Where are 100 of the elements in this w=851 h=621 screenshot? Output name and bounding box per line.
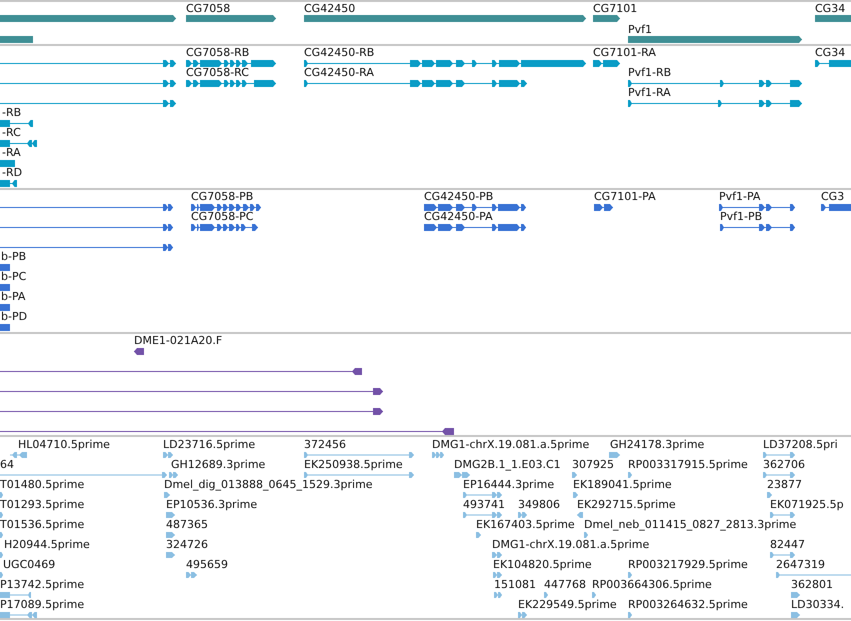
- est-label: P17089.5prime: [0, 599, 84, 611]
- transcript-glyph[interactable]: [0, 60, 176, 66]
- est-alignment[interactable]: [573, 492, 578, 498]
- est-alignment[interactable]: [572, 472, 577, 478]
- protein-glyph[interactable]: [424, 204, 526, 210]
- est-alignment[interactable]: [304, 452, 414, 458]
- protein-glyph[interactable]: [191, 204, 261, 210]
- est-label: 495659: [186, 559, 228, 571]
- protein-glyph[interactable]: [0, 264, 10, 270]
- est-alignment[interactable]: [164, 492, 170, 498]
- transcript-label: CG42450-RB: [304, 47, 374, 59]
- transcript-glyph[interactable]: [0, 120, 33, 126]
- est-alignment[interactable]: [476, 532, 481, 538]
- protein-glyph[interactable]: [0, 324, 10, 330]
- est-label: Dmel_neb_011415_0827_2813.3prime: [584, 519, 796, 531]
- est-alignment[interactable]: [776, 572, 851, 578]
- transcript-glyph[interactable]: [593, 60, 620, 66]
- est-alignment[interactable]: [767, 492, 772, 498]
- est-label: H20944.5prime: [4, 539, 90, 551]
- transcript-glyph[interactable]: [186, 80, 276, 86]
- est-label: UGC0469: [3, 559, 56, 571]
- protein-glyph[interactable]: [0, 284, 10, 290]
- est-label: 307925: [572, 459, 614, 471]
- clone-alignment[interactable]: [0, 368, 362, 374]
- protein-glyph[interactable]: [594, 204, 613, 210]
- transcript-glyph[interactable]: [0, 140, 37, 146]
- est-alignment[interactable]: [186, 572, 197, 578]
- est-alignment[interactable]: [770, 512, 795, 518]
- est-alignment[interactable]: [628, 572, 632, 578]
- est-label: 362706: [763, 459, 805, 471]
- protein-glyph[interactable]: [719, 204, 795, 210]
- est-alignment[interactable]: [0, 572, 3, 578]
- est-alignment[interactable]: [463, 512, 502, 518]
- transcript-glyph[interactable]: [304, 60, 586, 66]
- est-alignment[interactable]: [763, 452, 795, 458]
- protein-glyph[interactable]: [720, 224, 795, 230]
- est-alignment[interactable]: [163, 452, 173, 458]
- est-alignment[interactable]: [577, 512, 583, 518]
- est-alignment[interactable]: [628, 612, 632, 618]
- est-alignment[interactable]: [763, 472, 795, 478]
- est-alignment[interactable]: [770, 552, 795, 558]
- est-alignment[interactable]: [0, 592, 31, 598]
- est-alignment[interactable]: [518, 612, 527, 618]
- est-alignment[interactable]: [0, 552, 3, 558]
- est-label: RP003264632.5prime: [628, 599, 748, 611]
- est-alignment[interactable]: [584, 532, 588, 538]
- est-alignment[interactable]: [791, 592, 800, 598]
- transcript-glyph[interactable]: [628, 100, 802, 106]
- transcript-glyph[interactable]: [0, 100, 176, 106]
- est-alignment[interactable]: [544, 592, 548, 598]
- transcript-glyph[interactable]: [186, 60, 276, 66]
- clone-alignment[interactable]: [0, 408, 383, 414]
- est-alignment[interactable]: [0, 612, 37, 618]
- est-alignment[interactable]: [454, 472, 470, 478]
- est-label: EP16444.3prime: [463, 479, 554, 491]
- est-alignment[interactable]: [0, 472, 167, 478]
- est-alignment[interactable]: [0, 512, 3, 518]
- est-alignment[interactable]: [166, 512, 175, 518]
- est-alignment[interactable]: [493, 572, 502, 578]
- protein-glyph[interactable]: [0, 304, 10, 310]
- transcript-glyph[interactable]: [628, 80, 802, 86]
- est-alignment[interactable]: [592, 592, 596, 598]
- clone-label: DME1-021A20.F: [134, 335, 222, 347]
- est-alignment[interactable]: [432, 452, 444, 458]
- protein-label: b-PD: [1, 311, 28, 323]
- protein-glyph[interactable]: [821, 204, 851, 210]
- est-alignment[interactable]: [518, 512, 527, 518]
- protein-glyph[interactable]: [424, 224, 526, 230]
- protein-label: b-PC: [1, 271, 26, 283]
- est-alignment[interactable]: [0, 492, 3, 498]
- gene-label: CG42450: [304, 2, 356, 14]
- protein-glyph[interactable]: [0, 224, 173, 230]
- est-alignment[interactable]: [166, 532, 175, 538]
- transcript-glyph[interactable]: [0, 180, 17, 186]
- transcript-label: CG42450-RA: [304, 67, 374, 79]
- est-alignment[interactable]: [166, 552, 175, 558]
- transcript-glyph[interactable]: [0, 160, 15, 166]
- est-alignment[interactable]: [169, 472, 178, 478]
- transcript-glyph[interactable]: [0, 80, 176, 86]
- clone-alignment[interactable]: [0, 428, 454, 434]
- est-label: 324726: [166, 539, 208, 551]
- protein-glyph[interactable]: [0, 244, 173, 250]
- gene-bar[interactable]: [593, 15, 620, 22]
- protein-glyph[interactable]: [0, 204, 173, 210]
- transcript-glyph[interactable]: [304, 80, 527, 86]
- est-alignment[interactable]: [494, 592, 502, 598]
- est-alignment[interactable]: [609, 452, 620, 458]
- est-label: 64: [0, 459, 14, 471]
- est-alignment[interactable]: [463, 492, 502, 498]
- est-alignment[interactable]: [0, 532, 3, 538]
- protein-glyph[interactable]: [191, 224, 258, 230]
- clone-alignment[interactable]: [134, 348, 144, 354]
- est-alignment[interactable]: [304, 472, 414, 478]
- transcript-glyph[interactable]: [815, 60, 851, 66]
- est-alignment[interactable]: [791, 612, 800, 618]
- est-alignment[interactable]: [492, 552, 502, 558]
- clone-alignment[interactable]: [0, 388, 383, 394]
- est-alignment[interactable]: [10, 452, 27, 458]
- est-label: 23877: [767, 479, 802, 491]
- est-alignment[interactable]: [628, 472, 632, 478]
